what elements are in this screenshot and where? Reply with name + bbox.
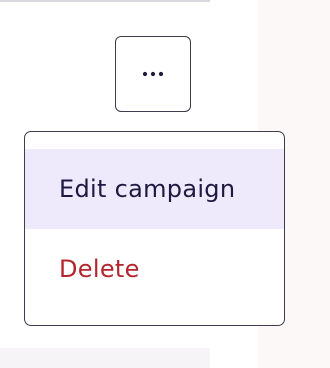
delete-label: Delete xyxy=(59,255,140,283)
edit-campaign-label: Edit campaign xyxy=(59,175,236,203)
more-options-button[interactable] xyxy=(115,36,191,112)
options-menu: Edit campaign Delete xyxy=(24,131,285,326)
delete-menu-item[interactable]: Delete xyxy=(25,229,284,309)
edit-campaign-menu-item[interactable]: Edit campaign xyxy=(25,149,284,229)
more-horizontal-icon xyxy=(141,71,165,77)
bottom-surface xyxy=(0,348,210,368)
top-divider xyxy=(0,0,210,2)
